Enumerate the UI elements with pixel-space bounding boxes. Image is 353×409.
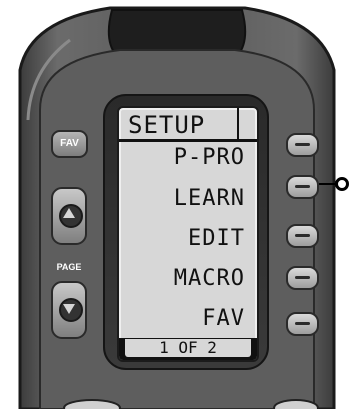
lcd-item-fav[interactable]: FAV xyxy=(202,306,245,332)
lcd-item-learn[interactable]: LEARN xyxy=(174,186,245,212)
lcd-screen: SETUP P-PRO LEARN EDIT MACRO FAV 1 OF 2 xyxy=(117,106,259,362)
dash-icon xyxy=(295,143,310,146)
callout-line xyxy=(319,183,336,185)
page-label: PAGE xyxy=(56,262,82,272)
triangle-up-icon xyxy=(59,204,83,228)
lcd-title: SETUP xyxy=(128,111,206,139)
lcd-item-p-pro[interactable]: P-PRO xyxy=(174,145,245,171)
dash-icon xyxy=(295,185,310,188)
lcd-item-edit[interactable]: EDIT xyxy=(188,226,245,252)
triangle-down-icon xyxy=(59,298,83,322)
page-indicator: 1 OF 2 xyxy=(125,339,251,357)
lcd-footer: 1 OF 2 xyxy=(119,338,257,360)
callout-dot xyxy=(335,177,349,191)
fav-button-label: FAV xyxy=(60,138,79,149)
soft-button-2[interactable] xyxy=(286,175,319,199)
page-down-button[interactable] xyxy=(51,281,87,339)
soft-button-4[interactable] xyxy=(286,266,319,290)
dash-icon xyxy=(295,234,310,237)
soft-button-3[interactable] xyxy=(286,224,319,248)
lcd-item-macro[interactable]: MACRO xyxy=(174,266,245,292)
soft-button-1[interactable] xyxy=(286,133,319,157)
lcd-title-divider-vertical xyxy=(237,108,239,141)
soft-button-5[interactable] xyxy=(286,312,319,336)
page-up-button[interactable] xyxy=(51,187,87,245)
fav-button[interactable]: FAV xyxy=(51,130,88,158)
dash-icon xyxy=(295,276,310,279)
dash-icon xyxy=(295,322,310,325)
